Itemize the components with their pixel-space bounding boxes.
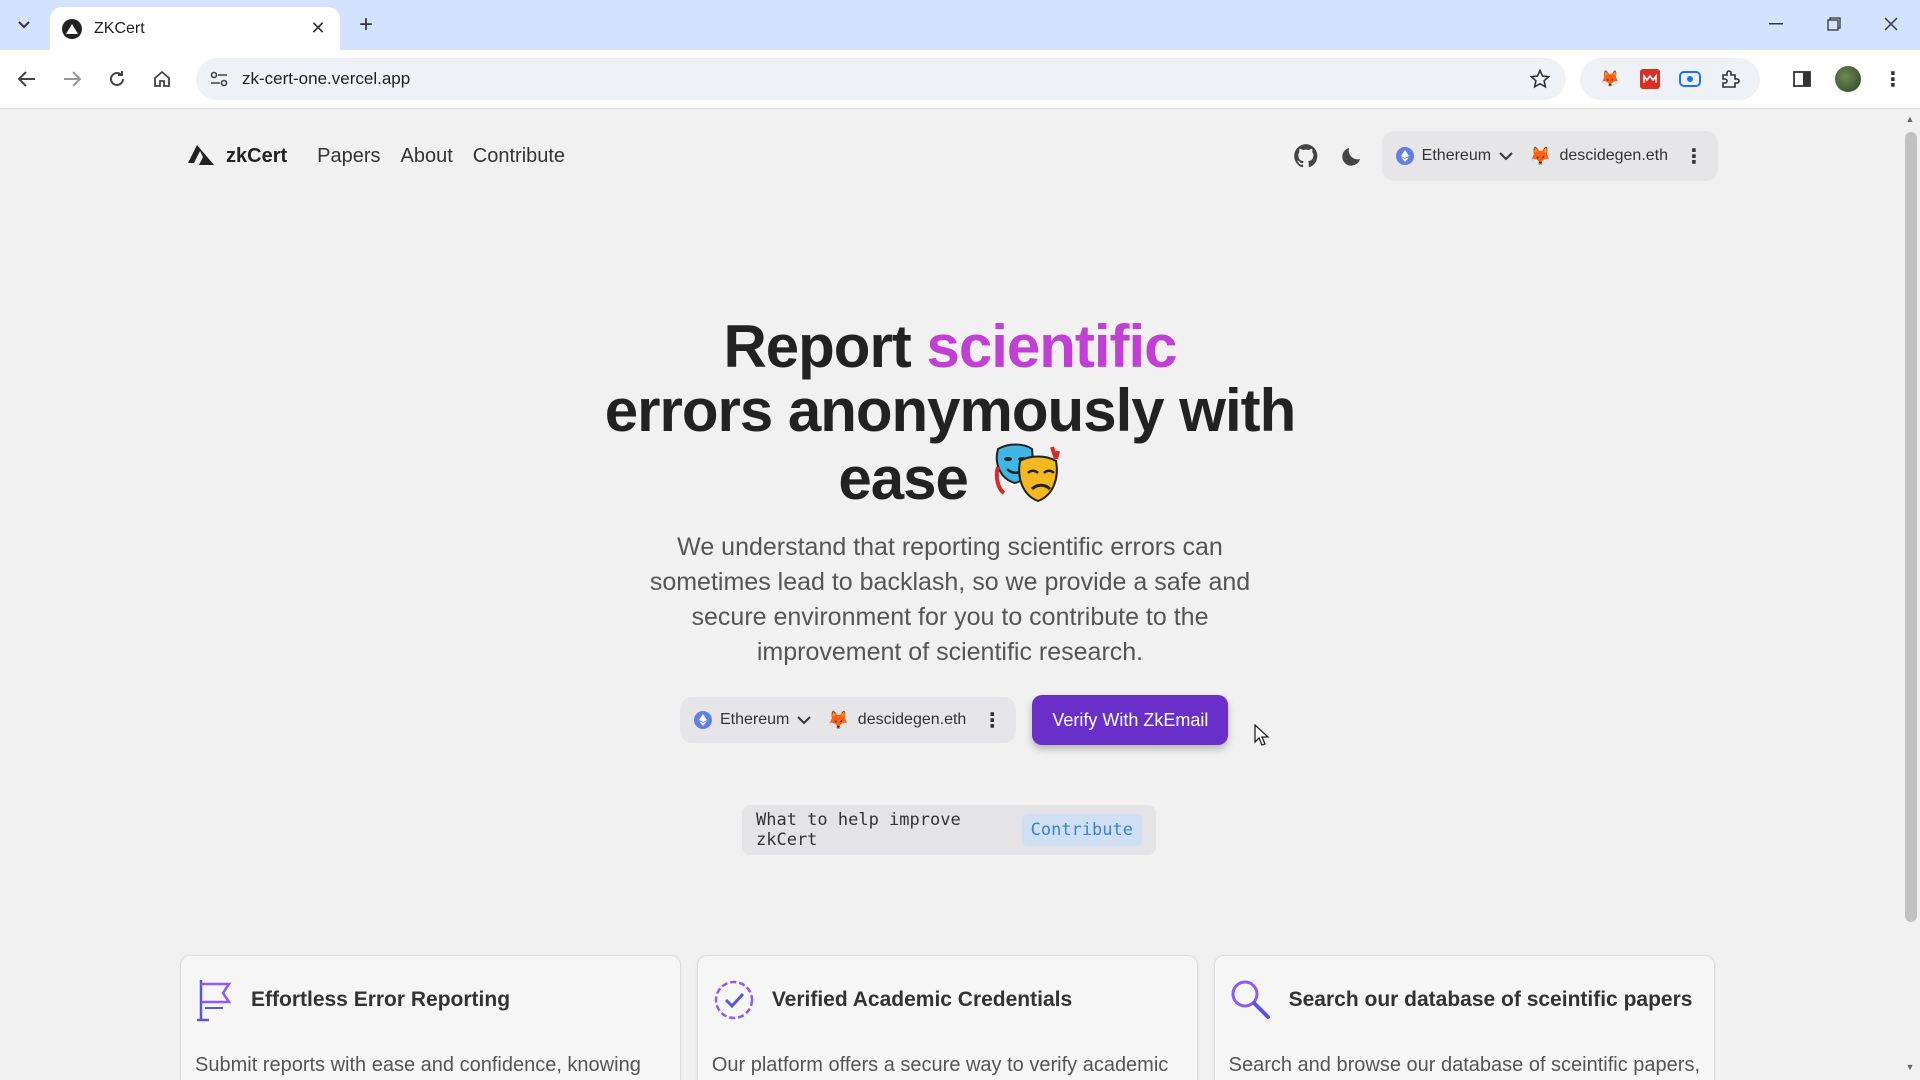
account-name: descidegen.eth: [1559, 147, 1668, 164]
chain-name: Ethereum: [720, 711, 790, 728]
feature-card: Effortless Error Reporting Submit report…: [180, 955, 681, 1080]
tab-search-button[interactable]: [10, 12, 38, 38]
header-actions: Ethereum 🦊 descidegen.eth ⋮: [1290, 130, 1718, 182]
close-tab-icon[interactable]: ✕: [308, 18, 328, 39]
brand-logo[interactable]: zkCert: [188, 145, 287, 168]
home-button[interactable]: [145, 62, 179, 96]
feature-cards: Effortless Error Reporting Submit report…: [180, 955, 1716, 1080]
back-button[interactable]: [10, 62, 44, 96]
screen-capture-extension-icon[interactable]: [1677, 66, 1703, 92]
bookmark-star-icon[interactable]: [1530, 69, 1550, 89]
dark-mode-moon-icon[interactable]: [1336, 140, 1368, 172]
arrow-left-icon: [18, 71, 35, 87]
home-icon: [154, 70, 170, 87]
nav-link-papers[interactable]: Papers: [317, 145, 380, 168]
feature-text: Submit reports with ease and confidence,…: [195, 1054, 641, 1076]
feature-title: Search our database of sceintific papers: [1288, 988, 1693, 1011]
feature-text: Search and browse our database of sceint…: [1228, 1054, 1701, 1076]
search-icon: [1231, 980, 1270, 1019]
account-button[interactable]: 🦊 descidegen.eth: [1529, 146, 1668, 167]
flag-icon: [197, 980, 232, 1022]
page-scrollbar[interactable]: ▲ ▼: [1900, 110, 1920, 1080]
chain-selector[interactable]: Ethereum: [694, 711, 812, 729]
feature-title: Verified Academic Credentials: [771, 988, 1073, 1011]
main-nav: Papers About Contribute: [317, 145, 565, 168]
browser-menu-button[interactable]: ⋮: [1876, 62, 1910, 96]
arrow-right-icon: [64, 71, 81, 87]
browser-tab-strip: ZKCert ✕ +: [0, 0, 1920, 50]
contribute-banner: What to help improve zkCert Contribute: [742, 805, 1156, 855]
tab-title: ZKCert: [94, 19, 145, 37]
site-settings-icon[interactable]: [210, 71, 228, 87]
contribute-link[interactable]: Contribute: [1021, 814, 1142, 846]
contribute-banner-text: What to help improve zkCert: [756, 810, 961, 850]
github-icon[interactable]: [1290, 140, 1322, 172]
nav-link-contribute[interactable]: Contribute: [473, 145, 565, 168]
browser-tab[interactable]: ZKCert ✕: [50, 7, 340, 50]
restore-icon[interactable]: [1814, 8, 1854, 40]
chain-selector[interactable]: Ethereum: [1395, 147, 1513, 165]
feature-card: Verified Academic Credentials Our platfo…: [696, 955, 1198, 1080]
account-button[interactable]: 🦊 descidegen.eth: [827, 710, 966, 731]
reload-icon: [110, 71, 124, 86]
profile-avatar[interactable]: [1835, 66, 1861, 92]
cta-row: Ethereum 🦊 descidegen.eth ⋮ Verify With …: [680, 695, 1229, 745]
wallet-menu-icon[interactable]: ⋮: [982, 708, 1002, 733]
browser-toolbar: zk-cert-one.vercel.app 🦊 ⋮: [0, 50, 1920, 109]
chevron-down-icon: [797, 715, 812, 724]
red-extension-icon[interactable]: [1637, 66, 1663, 92]
feature-text: Our platform offers a secure way to veri…: [711, 1054, 1169, 1076]
address-bar[interactable]: zk-cert-one.vercel.app: [196, 58, 1566, 100]
minimize-icon[interactable]: [1756, 8, 1796, 40]
hero-title-part2: errors anonymously with ease: [604, 377, 1296, 512]
extensions-area: 🦊: [1580, 58, 1760, 100]
close-window-icon[interactable]: [1871, 8, 1911, 40]
page-content: zkCert Papers About Contribute Ethereum: [0, 110, 1900, 1080]
forward-button[interactable]: [55, 62, 89, 96]
header-wallet-widget: Ethereum 🦊 descidegen.eth ⋮: [1381, 131, 1718, 181]
zkcert-logo-icon: [188, 145, 214, 165]
chevron-down-icon: [18, 21, 30, 29]
side-panel-icon: [1793, 71, 1811, 87]
brand-name: zkCert: [226, 144, 288, 167]
verify-zkemail-button[interactable]: Verify With ZkEmail: [1032, 695, 1229, 745]
site-header: zkCert Papers About Contribute Ethereum: [188, 130, 1718, 182]
zkcert-favicon-icon: [62, 18, 82, 39]
feature-card: Search our database of sceintific papers…: [1213, 955, 1716, 1080]
hero-subtitle: We understand that reporting scientific …: [649, 533, 1251, 666]
scroll-down-icon[interactable]: ▼: [1904, 1062, 1916, 1074]
url-text[interactable]: zk-cert-one.vercel.app: [242, 69, 1530, 89]
mouse-cursor-icon: [1254, 724, 1270, 746]
metamask-fox-icon: 🦊: [827, 709, 850, 730]
hero-title-accent: scientific: [926, 313, 1177, 380]
puzzle-extensions-icon[interactable]: [1717, 66, 1743, 92]
new-tab-button[interactable]: +: [352, 11, 380, 38]
chain-name: Ethereum: [1421, 147, 1492, 164]
side-panel-button[interactable]: [1785, 62, 1819, 96]
scrollbar-thumb[interactable]: [1905, 132, 1917, 922]
verified-badge-icon: [714, 980, 754, 1020]
chevron-down-icon: [1499, 151, 1513, 160]
ethereum-icon: [1395, 147, 1414, 165]
ethereum-icon: [694, 711, 712, 729]
account-name: descidegen.eth: [857, 711, 967, 728]
kebab-menu-icon: ⋮: [1883, 68, 1903, 91]
theater-masks-icon: [992, 443, 1062, 523]
metamask-extension-icon[interactable]: 🦊: [1597, 66, 1623, 92]
hero-wallet-widget: Ethereum 🦊 descidegen.eth ⋮: [680, 697, 1017, 743]
scroll-up-icon[interactable]: ▲: [1904, 114, 1916, 126]
reload-button[interactable]: [100, 62, 134, 96]
hero-title: Report scientific errors anonymously wit…: [560, 315, 1340, 523]
hero-title-part1: Report: [723, 313, 911, 380]
nav-link-about[interactable]: About: [401, 145, 453, 168]
wallet-menu-icon[interactable]: ⋮: [1684, 144, 1704, 169]
metamask-fox-icon: 🦊: [1529, 145, 1552, 166]
feature-title: Effortless Error Reporting: [251, 988, 511, 1011]
